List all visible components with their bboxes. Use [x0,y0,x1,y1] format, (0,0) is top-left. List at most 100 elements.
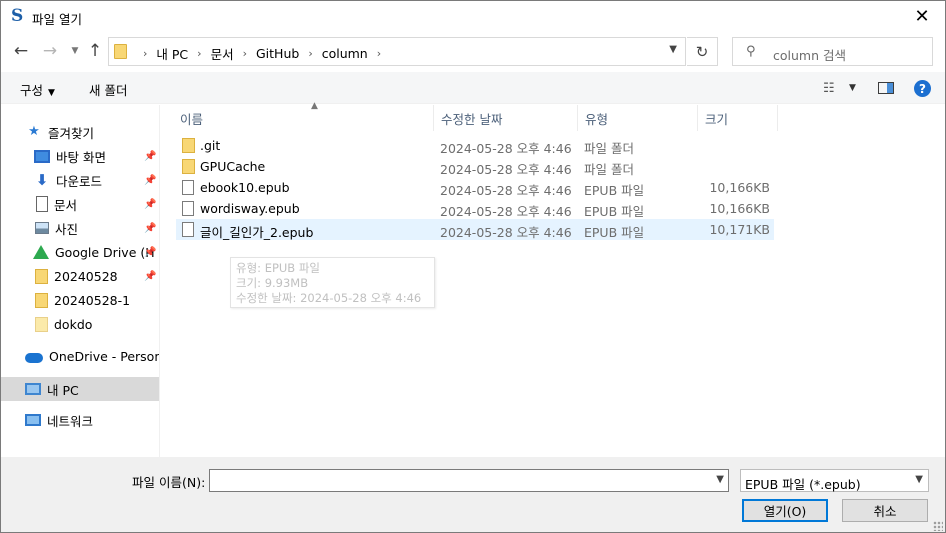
file-type: EPUB 파일 [584,225,645,240]
pin-icon: 📌 [144,174,157,186]
help-icon[interactable]: ? [914,80,931,97]
pin-icon: 📌 [144,198,157,210]
chevron-right-icon[interactable]: › [243,47,247,60]
folder-icon [182,138,195,153]
file-row[interactable]: wordisway.epub 2024-05-28 오후 4:46 EPUB 파… [176,198,774,219]
window-title: 파일 열기 [32,12,82,27]
onedrive-icon [25,352,43,363]
chevron-right-icon[interactable]: › [308,47,312,60]
caret-down-icon[interactable]: ▼ [849,83,856,93]
column-header-label: 이름 [180,111,204,127]
breadcrumb-item-column[interactable]: column [322,46,368,61]
close-button[interactable]: ✕ [899,1,945,32]
column-header-date[interactable]: 수정한 날짜 [434,105,578,131]
nav-item-quick-access[interactable]: ★ 즐겨찾기 [1,120,159,144]
address-history-dropdown[interactable]: ▼ [669,44,677,55]
nav-item-desktop[interactable]: 바탕 화면 📌 [1,144,159,168]
file-type-select[interactable]: EPUB 파일 (*.epub) ▼ [740,469,929,492]
file-row[interactable]: ebook10.epub 2024-05-28 오후 4:46 EPUB 파일 … [176,177,774,198]
file-date: 2024-05-28 오후 4:46 [440,225,572,240]
folder-icon [114,44,127,59]
search-placeholder: column 검색 [773,48,846,63]
pictures-icon [35,222,49,234]
address-bar[interactable]: › 내 PC › 문서 › GitHub › column › ▼ [108,37,686,66]
resize-grip-icon[interactable] [933,521,943,531]
organize-button[interactable]: 구성 ▼ [20,80,55,99]
file-type: EPUB 파일 [584,204,645,219]
forward-button[interactable]: → [40,40,60,62]
nav-item-label: 문서 [54,197,78,213]
back-button[interactable]: ← [11,40,31,62]
chevron-right-icon[interactable]: › [377,47,381,60]
command-bar: 구성 ▼ 새 폴더 ☷ ▼ ? [1,72,945,104]
nav-item-label: 20240528 [54,268,118,284]
tooltip-type: 유형: EPUB 파일 [236,261,321,275]
file-name: .git [200,138,221,153]
nav-item-dokdo[interactable]: dokdo [1,312,159,336]
pin-icon: 📌 [144,222,157,234]
nav-item-this-pc[interactable]: 내 PC [1,377,159,401]
nav-item-documents[interactable]: 문서 📌 [1,192,159,216]
nav-item-downloads[interactable]: ⬇ 다운로드 📌 [1,168,159,192]
chevron-down-icon: ▼ [71,46,79,56]
nav-item-20240528[interactable]: 20240528 📌 [1,264,159,288]
file-name: wordisway.epub [200,201,300,216]
search-icon: ⚲ [746,44,756,59]
breadcrumb-item-this-pc[interactable]: 내 PC [156,44,188,63]
breadcrumb-item-github[interactable]: GitHub [256,46,299,61]
chevron-right-icon: › [143,47,148,60]
arrow-right-icon: → [42,41,58,61]
column-header-size[interactable]: 크기 [698,105,778,131]
nav-item-onedrive[interactable]: OneDrive - Personal [1,344,159,368]
nav-item-20240528-1[interactable]: 20240528-1 [1,288,159,312]
file-type: EPUB 파일 [584,183,645,198]
nav-item-label: dokdo [54,316,93,332]
recent-locations-button[interactable]: ▼ [65,40,85,62]
breadcrumb-item-documents[interactable]: 문서 [211,44,234,63]
file-row[interactable]: GPUCache 2024-05-28 오후 4:46 파일 폴더 [176,156,774,177]
organize-label: 구성 [20,83,44,98]
filename-input[interactable]: ▼ [209,469,729,492]
cancel-button[interactable]: 취소 [842,499,928,522]
file-type: 파일 폴더 [584,162,634,177]
nav-item-label: 즐겨찾기 [48,125,95,141]
file-row[interactable]: .git 2024-05-28 오후 4:46 파일 폴더 [176,135,774,156]
folder-icon [35,292,48,308]
pin-icon: 📌 [144,246,157,258]
view-options-icon[interactable]: ☷ [823,81,835,96]
column-header-label: 크기 [705,111,729,127]
chevron-right-icon[interactable]: › [197,47,201,60]
file-size: 10,166KB [709,180,770,195]
refresh-button[interactable]: ↻ [687,37,718,66]
nav-item-label: 사진 [55,221,79,237]
file-row[interactable]: 글이_길인가_2.epub 2024-05-28 오후 4:46 EPUB 파일… [176,219,774,240]
star-icon: ★ [28,124,40,139]
network-icon [25,414,41,426]
chevron-down-icon[interactable]: ▼ [716,474,724,485]
nav-item-pictures[interactable]: 사진 📌 [1,216,159,240]
file-icon [182,180,194,195]
file-date: 2024-05-28 오후 4:46 [440,141,572,156]
nav-item-label: 내 PC [47,382,79,398]
preview-pane-icon[interactable] [878,82,894,94]
bottom-panel: 파일 이름(N): ▼ EPUB 파일 (*.epub) ▼ 열기(O) 취소 [1,457,945,532]
column-header-type[interactable]: 유형 [578,105,698,131]
address-row: ← → ▼ ↑ › 내 PC › 문서 › GitHub › column › … [1,32,945,72]
breadcrumb: › 내 PC › 문서 › GitHub › column › [134,44,390,63]
file-icon [182,201,194,216]
nav-item-google-drive[interactable]: Google Drive (H 📌 [1,240,159,264]
column-header-name[interactable]: 이름 ▲ [173,101,434,131]
download-icon: ⬇ [35,171,49,189]
pin-icon: 📌 [144,270,157,282]
file-open-dialog: S 파일 열기 ✕ ← → ▼ ↑ › 내 PC › 문서 › GitHub ›… [0,0,946,533]
file-date: 2024-05-28 오후 4:46 [440,204,572,219]
arrow-left-icon: ← [13,41,29,61]
search-input[interactable]: ⚲ column 검색 [732,37,933,66]
file-name: ebook10.epub [200,180,290,195]
up-button[interactable]: ↑ [85,40,105,62]
nav-item-label: 바탕 화면 [56,149,106,165]
open-button[interactable]: 열기(O) [742,499,828,522]
new-folder-button[interactable]: 새 폴더 [89,80,127,99]
file-size: 10,166KB [709,201,770,216]
nav-item-network[interactable]: 네트워크 [1,408,159,432]
